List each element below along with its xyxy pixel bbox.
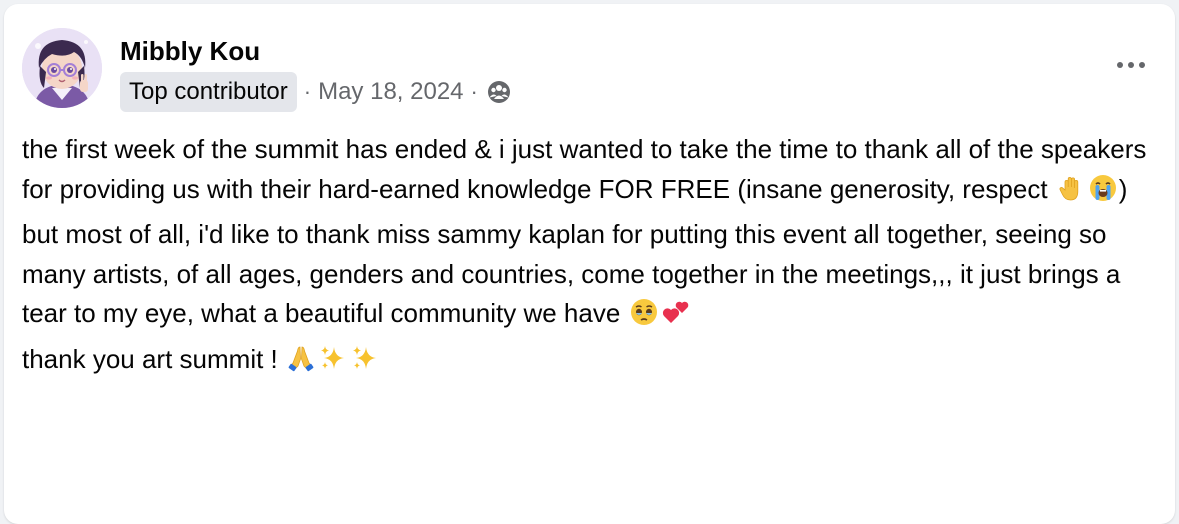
more-dot [1128, 62, 1134, 68]
top-contributor-badge[interactable]: Top contributor [120, 72, 297, 112]
group-audience-icon[interactable] [486, 79, 512, 105]
post-paragraph: but most of all, i'd like to thank miss … [22, 215, 1152, 334]
meta-separator: · [470, 79, 478, 104]
post-body: the first week of the summit has ended &… [22, 130, 1152, 385]
more-dot [1139, 62, 1145, 68]
face-holding-back-tears-emoji-icon [630, 299, 657, 325]
post-date[interactable]: May 18, 2024 [318, 78, 463, 106]
folded-hands-emoji-icon [288, 346, 314, 371]
avatar-illustration [22, 28, 102, 108]
two-hearts-emoji-icon [662, 301, 688, 323]
post-paragraph: the first week of the summit has ended &… [22, 130, 1152, 209]
post-paragraph-text: the first week of the summit has ended &… [22, 134, 1147, 204]
post-paragraph-text-end: ) [1118, 173, 1128, 204]
post-card: Mibbly Kou Top contributor · May 18, 202… [4, 4, 1175, 524]
post-meta: Top contributor · May 18, 2024 · [120, 72, 512, 112]
more-options-icon[interactable] [1111, 50, 1151, 80]
more-dot [1117, 62, 1123, 68]
meta-separator: · [303, 79, 312, 104]
sparkles-emoji-icon [320, 345, 344, 369]
raised-hand-emoji-icon [1059, 176, 1078, 200]
post-paragraph: thank you art summit ! [22, 340, 1152, 380]
crying-face-emoji-icon [1089, 174, 1116, 201]
author-name[interactable]: Mibbly Kou [120, 34, 260, 68]
post-paragraph-text: thank you art summit ! [22, 343, 285, 374]
sparkles-emoji-icon [352, 345, 376, 369]
avatar[interactable] [22, 28, 102, 108]
post-paragraph-text: but most of all, i'd like to thank miss … [22, 219, 1121, 328]
